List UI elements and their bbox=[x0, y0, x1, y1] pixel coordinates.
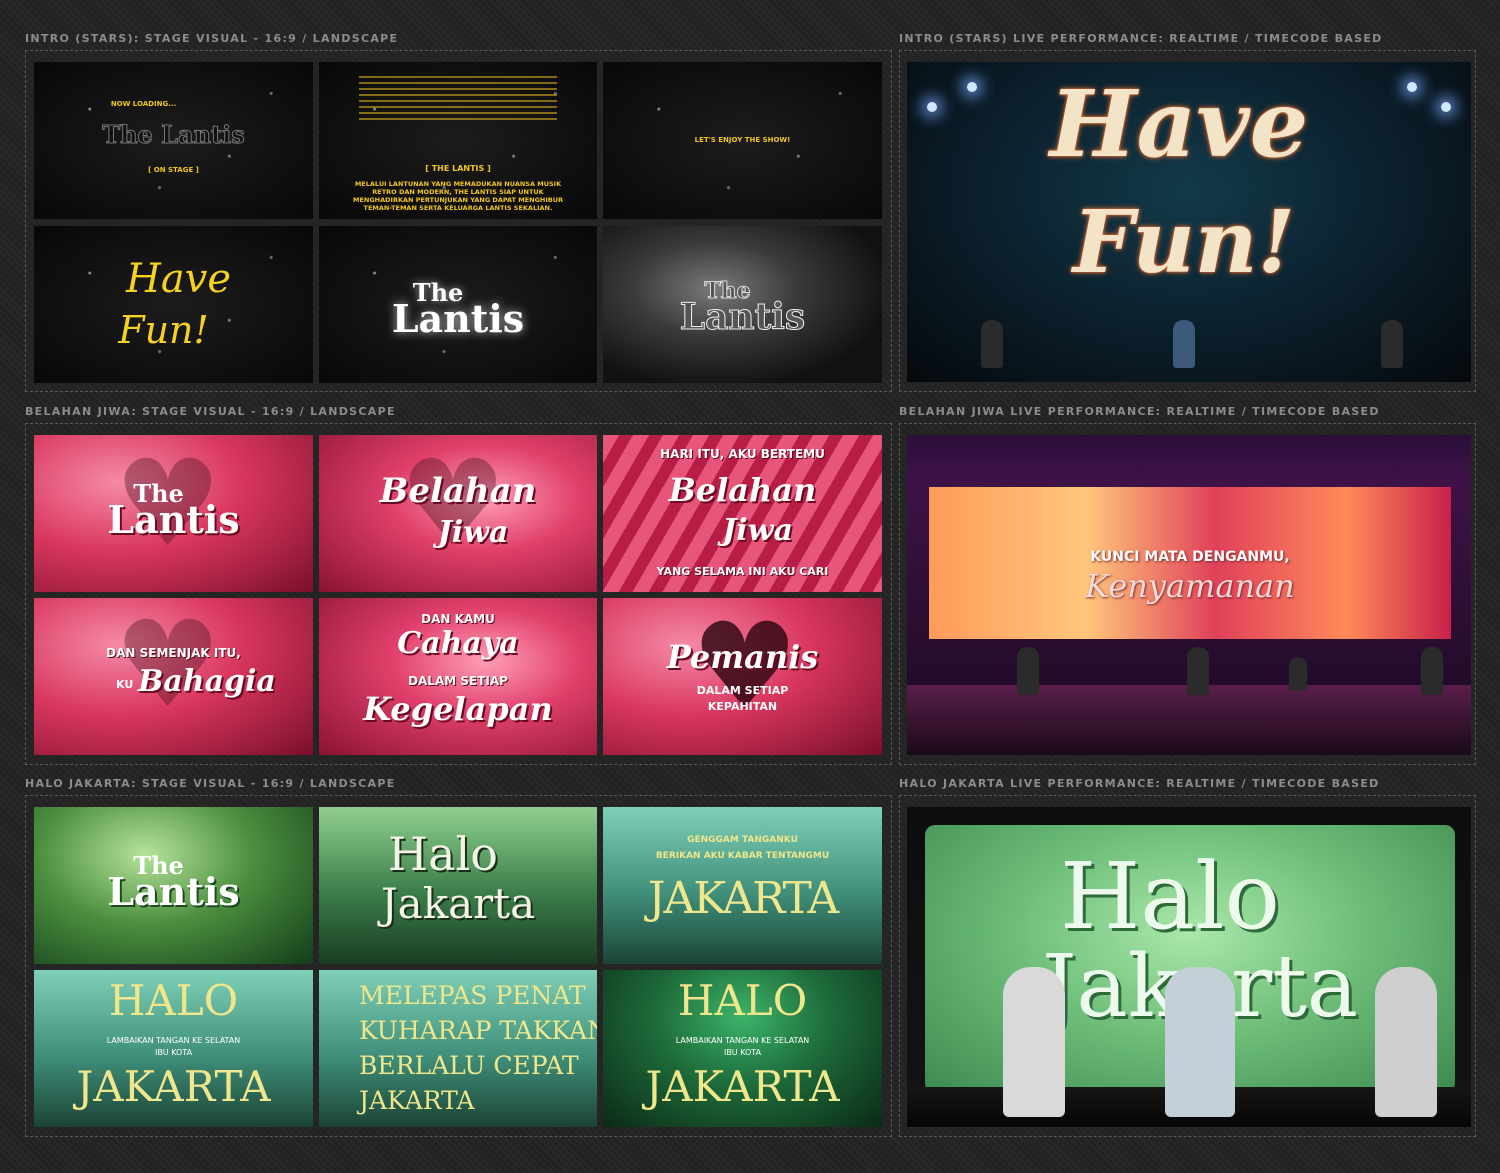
halo-panel-halo-jakarta-2: HALO LAMBAIKAN TANGAN KE SELATAN IBU KOT… bbox=[603, 970, 882, 1127]
stage-floor bbox=[907, 685, 1471, 755]
logo-lantis: Lantis bbox=[107, 497, 240, 542]
section-label-halo-stage: HALO JAKARTA: STAGE VISUAL - 16:9 / LAND… bbox=[25, 777, 396, 790]
screen-lyric-word: Kenyamanan bbox=[1085, 567, 1295, 605]
on-stage-text: [ ON STAGE ] bbox=[148, 166, 199, 174]
musician bbox=[1173, 320, 1195, 368]
lyric-mid: DALAM SETIAP bbox=[408, 674, 508, 688]
lyric-l3: BERLALU CEPAT bbox=[359, 1051, 579, 1080]
lyric-small2: IBU KOTA bbox=[154, 1048, 193, 1057]
halo-big: HALO bbox=[108, 976, 239, 1025]
intro-panel-enjoy: LET'S ENJOY THE SHOW! bbox=[603, 62, 882, 219]
musician bbox=[1187, 647, 1209, 695]
belahan-panel-bahagia: ♥ DAN SEMENJAK ITU, KU Bahagia bbox=[34, 598, 313, 755]
lyric-line1: DALAM SETIAP bbox=[696, 684, 789, 697]
halo-panel-melepas: MELEPAS PENAT KUHARAP TAKKAN BERLALU CEP… bbox=[319, 970, 597, 1127]
bahagia-word: Bahagia bbox=[138, 664, 276, 699]
loading-text: NOW LOADING... bbox=[110, 100, 177, 108]
intro-panel-loading: NOW LOADING... The Lantis [ ON STAGE ] bbox=[34, 62, 313, 219]
belahan-word: Belahan bbox=[668, 471, 817, 509]
intro-panel-have-fun: Have Fun! bbox=[34, 226, 313, 383]
halo-panel-genggam: GENGGAM TANGANKU BERIKAN AKU KABAR TENTA… bbox=[603, 807, 882, 964]
musician bbox=[1289, 657, 1307, 691]
belahan-panel-title: ♥ Belahan Jiwa bbox=[319, 435, 597, 592]
lyric-top: HARI ITU, AKU BERTEMU bbox=[660, 447, 825, 461]
cahaya-word: Cahaya bbox=[397, 626, 519, 661]
section-label-belahan-live: BELAHAN JIWA LIVE PERFORMANCE: REALTIME … bbox=[899, 405, 1380, 418]
fun-text: Fun! bbox=[118, 308, 209, 352]
musician bbox=[1017, 647, 1039, 695]
intro-panel-logo-nebula: The Lantis bbox=[603, 226, 882, 383]
musician bbox=[1381, 320, 1403, 368]
lyric-line1: GENGGAM TANGANKU bbox=[687, 835, 798, 845]
lyric-small1: LAMBAIKAN TANGAN KE SELATAN bbox=[675, 1036, 810, 1045]
lyric-line2: BERIKAN AKU KABAR TENTANGMU bbox=[655, 851, 830, 861]
belahan-live-photo: KUNCI MATA DENGANMU, Kenyamanan bbox=[907, 435, 1471, 755]
logo-lantis: Lantis bbox=[107, 869, 240, 914]
halo-big: HALO bbox=[677, 976, 808, 1025]
belahan-panel-bertemu: HARI ITU, AKU BERTEMU Belahan Jiwa YANG … bbox=[603, 435, 882, 592]
lyric-l2: KUHARAP TAKKAN bbox=[359, 1016, 597, 1045]
kegelapan-word: Kegelapan bbox=[363, 690, 553, 728]
section-label-intro-stage: INTRO (STARS): STAGE VISUAL - 16:9 / LAN… bbox=[25, 32, 399, 45]
lyric-top: DAN SEMENJAK ITU, bbox=[106, 646, 241, 660]
crawl-lines bbox=[359, 76, 557, 122]
musician bbox=[981, 320, 1003, 368]
musician bbox=[1003, 967, 1065, 1117]
screen-lyric-top: KUNCI MATA DENGANMU, bbox=[1090, 549, 1290, 565]
lantis-logo: The Lantis bbox=[102, 120, 246, 150]
lyric-l1: MELEPAS PENAT bbox=[359, 981, 586, 1010]
have-text: Have bbox=[126, 256, 231, 302]
logo-lantis: Lantis bbox=[391, 296, 525, 341]
have-fun-have: Have bbox=[1049, 70, 1309, 178]
musician bbox=[1165, 967, 1235, 1117]
jakarta-word: Jakarta bbox=[380, 879, 536, 928]
lyric-top: DAN KAMU bbox=[421, 612, 495, 626]
belahan-panel-logo: ♥ The Lantis bbox=[34, 435, 313, 592]
lyric-block: MELEPAS PENAT KUHARAP TAKKAN BERLALU CEP… bbox=[359, 978, 597, 1118]
lyric-bottom: YANG SELAMA INI AKU CARI bbox=[656, 565, 829, 578]
crawl-band-name: [ THE LANTIS ] bbox=[425, 164, 491, 173]
jiwa-word: Jiwa bbox=[722, 513, 793, 548]
halo-panel-logo: The Lantis bbox=[34, 807, 313, 964]
pemanis-word: Pemanis bbox=[666, 638, 819, 676]
halo-panel-halo-jakarta: HALO LAMBAIKAN TANGAN KE SELATAN IBU KOT… bbox=[34, 970, 313, 1127]
led-screen: KUNCI MATA DENGANMU, Kenyamanan bbox=[929, 487, 1451, 639]
lyric-small2: IBU KOTA bbox=[723, 1048, 762, 1057]
belahan-word: Belahan bbox=[379, 471, 537, 511]
halo-word: Halo bbox=[388, 827, 498, 881]
intro-panel-logo-white: The Lantis bbox=[319, 226, 597, 383]
jiwa-word: Jiwa bbox=[437, 515, 509, 550]
have-fun-fun: Fun! bbox=[1072, 192, 1296, 293]
belahan-panel-pemanis: ♥ Pemanis DALAM SETIAP KEPAHITAN bbox=[603, 598, 882, 755]
halo-panel-title: Halo Jakarta bbox=[319, 807, 597, 964]
musician bbox=[1375, 967, 1437, 1117]
jakarta-big: JAKARTA bbox=[647, 873, 839, 924]
belahan-panel-cahaya: DAN KAMU Cahaya DALAM SETIAP Kegelapan bbox=[319, 598, 597, 755]
section-label-belahan-stage: BELAHAN JIWA: STAGE VISUAL - 16:9 / LAND… bbox=[25, 405, 396, 418]
enjoy-show-text: LET'S ENJOY THE SHOW! bbox=[694, 136, 791, 144]
intro-live-photo: Have Fun! bbox=[907, 62, 1471, 382]
logo-lantis: Lantis bbox=[679, 296, 806, 339]
musician bbox=[1421, 647, 1443, 695]
lyric-l4: JAKARTA bbox=[359, 1086, 475, 1115]
lyric-line2: KEPAHITAN bbox=[707, 700, 778, 713]
jakarta-big: JAKARTA bbox=[76, 1062, 271, 1111]
lyric-prefix: KU bbox=[116, 678, 134, 691]
crawl-body-text: MELALUI LANTUNAN YANG MEMADUKAN NUANSA M… bbox=[352, 180, 564, 212]
screen-halo: Halo bbox=[1060, 843, 1280, 950]
jakarta-big: JAKARTA bbox=[645, 1062, 840, 1111]
halo-live-photo: Halo Jakarta bbox=[907, 807, 1471, 1127]
section-label-halo-live: HALO JAKARTA LIVE PERFORMANCE: REALTIME … bbox=[899, 777, 1380, 790]
section-label-intro-live: INTRO (STARS) LIVE PERFORMANCE: REALTIME… bbox=[899, 32, 1383, 45]
intro-panel-crawl: [ THE LANTIS ] MELALUI LANTUNAN YANG MEM… bbox=[319, 62, 597, 219]
lyric-small1: LAMBAIKAN TANGAN KE SELATAN bbox=[106, 1036, 241, 1045]
